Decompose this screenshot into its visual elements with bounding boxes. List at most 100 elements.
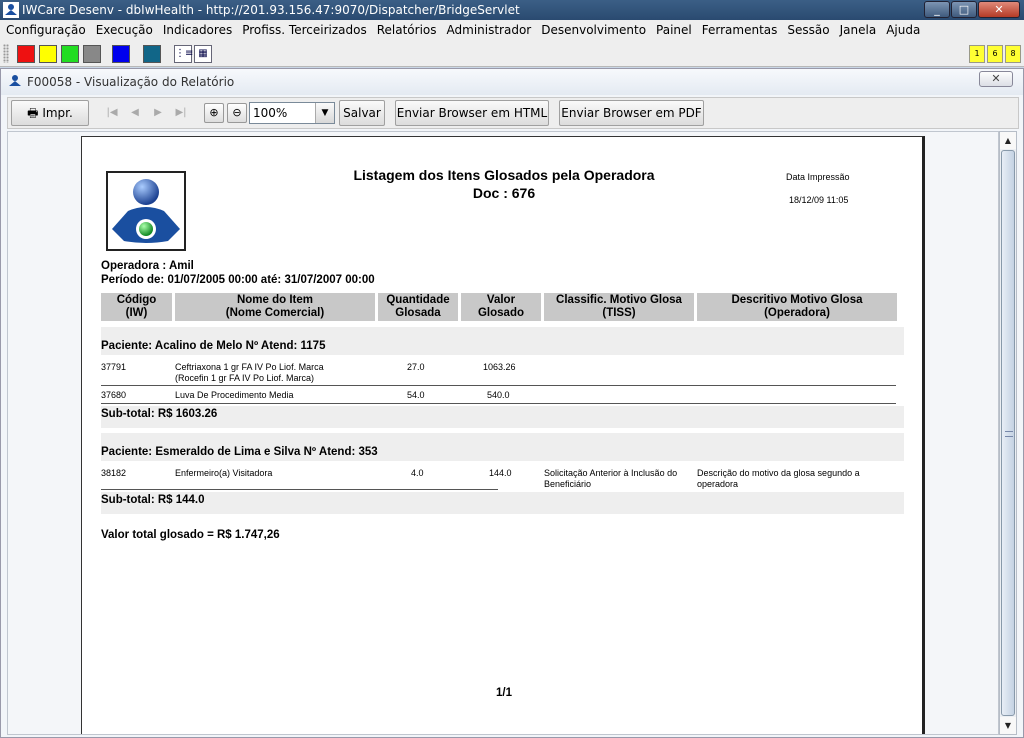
company-logo — [106, 171, 186, 251]
thumb-grip — [1005, 431, 1013, 437]
header-line: Valor — [486, 294, 516, 306]
row-nome: (Rocefin 1 gr FA IV Po Liof. Marca) — [175, 373, 315, 383]
row-separator — [101, 489, 498, 490]
close-button[interactable]: ✕ — [978, 1, 1020, 18]
menu-painel[interactable]: Painel — [651, 20, 697, 41]
header-line: Código — [116, 294, 157, 306]
header-line: Classific. Motivo Glosa — [556, 294, 682, 306]
subtotal-label: Sub-total: R$ 1603.26 — [101, 408, 218, 420]
row-nome: Enfermeiro(a) Visitadora — [175, 468, 273, 478]
column-header-nome: Nome do Item (Nome Comercial) — [175, 293, 375, 321]
frame-title-bar: F00058 - Visualização do Relatório ✕ — [1, 69, 1023, 95]
scroll-up-icon[interactable]: ▲ — [1000, 132, 1016, 149]
menu-configuracao[interactable]: Configuração — [1, 20, 91, 41]
subtotal-band — [101, 406, 904, 428]
print-date: 18/12/09 11:05 — [789, 195, 849, 205]
window-title-bar: IWCare Desenv - dbIwHealth - http://201.… — [0, 0, 1024, 20]
next-page-icon[interactable]: ▶ — [148, 103, 168, 123]
zoom-in-icon[interactable]: ⊕ — [204, 103, 224, 123]
row-qtd: 27.0 — [407, 362, 425, 372]
print-date-label: Data Impressão — [786, 172, 850, 182]
chevron-down-icon[interactable]: ▼ — [315, 103, 334, 123]
menu-ajuda[interactable]: Ajuda — [881, 20, 925, 41]
last-page-icon[interactable]: ▶| — [171, 103, 191, 123]
first-page-icon[interactable]: |◀ — [102, 103, 122, 123]
row-codigo: 37791 — [101, 362, 127, 372]
printer-icon: 🖶 — [27, 106, 39, 120]
header-line: (TISS) — [602, 307, 636, 319]
save-button[interactable]: Salvar — [339, 100, 385, 126]
header-line: Descritivo Motivo Glosa — [731, 294, 863, 306]
header-line: Glosada — [395, 307, 441, 319]
row-codigo: 38182 — [101, 468, 127, 478]
badge-1[interactable]: 1 — [969, 45, 985, 63]
badge-8[interactable]: 8 — [1005, 45, 1021, 63]
header-line: Quantidade — [386, 294, 450, 306]
tree-icon[interactable]: ⋮≡ — [174, 45, 193, 63]
row-codigo: 37680 — [101, 390, 127, 400]
patient-label: Paciente: Acalino de Melo Nº Atend: 1175 — [101, 340, 326, 352]
color-gray-button[interactable] — [83, 45, 101, 63]
zoom-select[interactable]: 100% ▼ — [249, 102, 335, 124]
row-valor: 144.0 — [489, 468, 512, 478]
app-icon — [3, 2, 19, 18]
row-classific: Beneficiário — [544, 479, 592, 489]
color-teal-button[interactable] — [143, 45, 161, 63]
previous-page-icon[interactable]: ◀ — [125, 103, 145, 123]
send-html-button[interactable]: Enviar Browser em HTML — [395, 100, 549, 126]
column-header-classific: Classific. Motivo Glosa (TISS) — [544, 293, 694, 321]
menu-indicadores[interactable]: Indicadores — [158, 20, 237, 41]
report-page: Listagem dos Itens Glosados pela Operado… — [81, 136, 925, 734]
header-line: Nome do Item — [236, 294, 314, 306]
frame-title: F00058 - Visualização do Relatório — [27, 75, 235, 89]
page-number: 1/1 — [496, 687, 512, 699]
print-label: Impr. — [42, 106, 73, 120]
report-viewport: Listagem dos Itens Glosados pela Operado… — [7, 131, 999, 735]
minimize-button[interactable]: _ — [924, 1, 950, 18]
menu-profiss-terceirizados[interactable]: Profiss. Terceirizados — [237, 20, 372, 41]
menu-bar: Configuração Execução Indicadores Profis… — [0, 20, 1024, 41]
frame-close-button[interactable]: ✕ — [979, 71, 1013, 87]
menu-relatorios[interactable]: Relatórios — [372, 20, 442, 41]
color-red-button[interactable] — [17, 45, 35, 63]
row-classific: Solicitação Anterior à Inclusão do — [544, 468, 678, 478]
header-line: Glosado — [477, 307, 524, 319]
windows-icon[interactable]: ▦ — [194, 45, 212, 63]
report-toolbar: 🖶 Impr. |◀ ◀ ▶ ▶| ⊕ ⊖ 100% ▼ Salvar Envi… — [7, 97, 1019, 129]
patient-label: Paciente: Esmeraldo de Lima e Silva Nº A… — [101, 446, 378, 458]
menu-ferramentas[interactable]: Ferramentas — [697, 20, 783, 41]
menu-janela[interactable]: Janela — [835, 20, 882, 41]
zoom-value: 100% — [253, 106, 288, 120]
row-valor: 540.0 — [487, 390, 510, 400]
zoom-out-icon[interactable]: ⊖ — [227, 103, 247, 123]
menu-execucao[interactable]: Execução — [91, 20, 158, 41]
menu-desenvolvimento[interactable]: Desenvolvimento — [536, 20, 651, 41]
maximize-button[interactable]: □ — [951, 1, 977, 18]
scroll-down-icon[interactable]: ▼ — [1000, 717, 1016, 734]
menu-sessao[interactable]: Sessão — [782, 20, 834, 41]
header-line: (Nome Comercial) — [225, 307, 325, 319]
print-button[interactable]: 🖶 Impr. — [11, 100, 89, 126]
column-header-valor: Valor Glosado — [461, 293, 541, 321]
report-frame: F00058 - Visualização do Relatório ✕ 🖶 I… — [0, 68, 1024, 738]
toolbar-grip[interactable] — [3, 44, 9, 63]
column-header-codigo: Código (IW) — [101, 293, 172, 321]
frame-app-icon — [9, 75, 21, 86]
column-header-quantidade: Quantidade Glosada — [378, 293, 458, 321]
send-pdf-button[interactable]: Enviar Browser em PDF — [559, 100, 704, 126]
menu-administrador[interactable]: Administrador — [442, 20, 537, 41]
row-qtd: 54.0 — [407, 390, 425, 400]
scroll-thumb[interactable] — [1001, 150, 1015, 716]
row-descritivo: Descrição do motivo da glosa segundo a — [697, 468, 860, 478]
window-title: IWCare Desenv - dbIwHealth - http://201.… — [22, 3, 520, 17]
row-separator — [101, 403, 896, 404]
color-yellow-button[interactable] — [39, 45, 57, 63]
column-header-descritivo: Descritivo Motivo Glosa (Operadora) — [697, 293, 897, 321]
color-green-button[interactable] — [61, 45, 79, 63]
total-label: Valor total glosado = R$ 1.747,26 — [101, 529, 280, 541]
vertical-scrollbar[interactable]: ▲ ▼ — [999, 131, 1017, 735]
badge-6[interactable]: 6 — [987, 45, 1003, 63]
row-separator — [101, 385, 896, 386]
color-toolbar: ⋮≡ ▦ 1 6 8 — [0, 41, 1024, 67]
color-blue-button[interactable] — [112, 45, 130, 63]
